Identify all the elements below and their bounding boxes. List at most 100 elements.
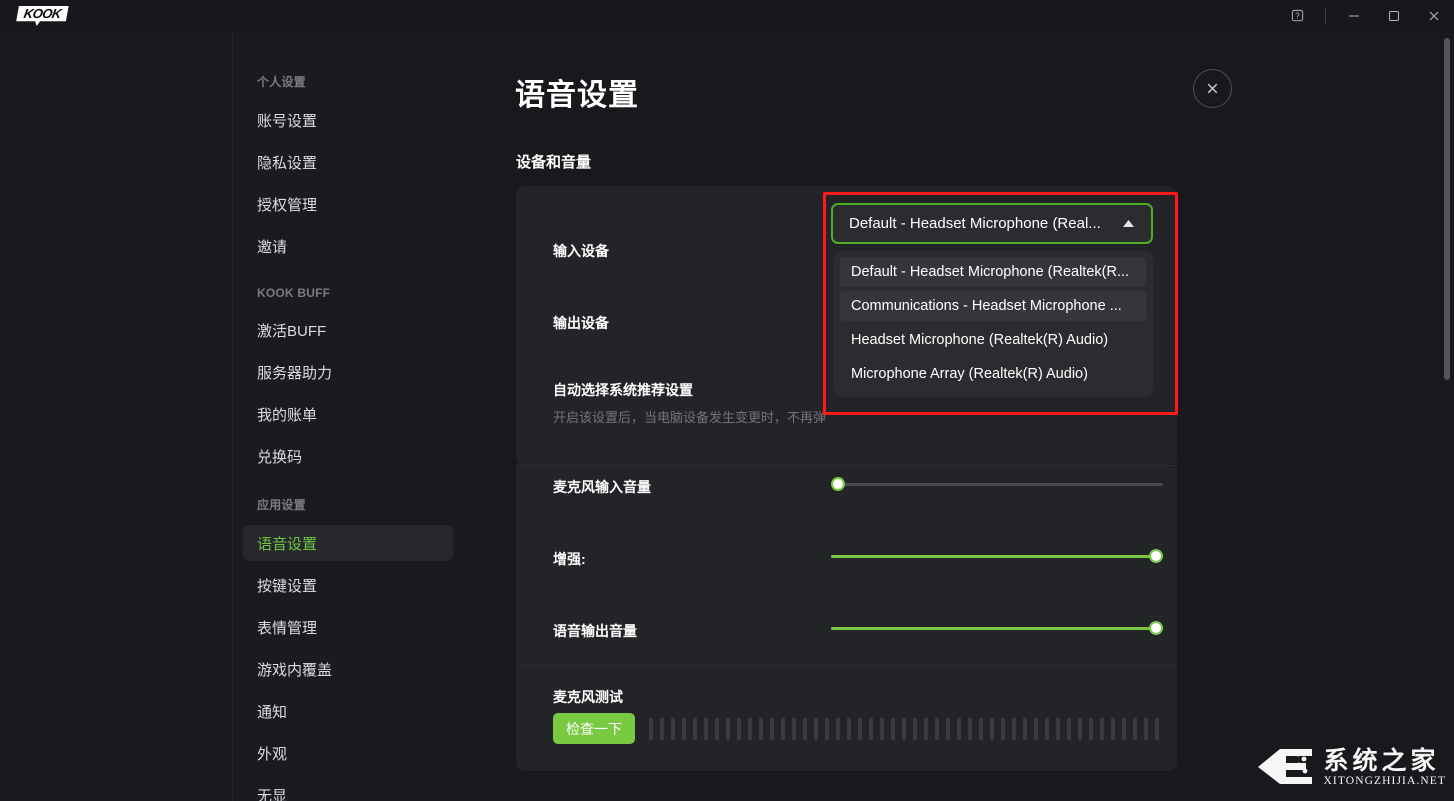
auto-select-row: 自动选择系统推荐设置 开启该设置后，当电脑设备发生变更时，不再弹	[553, 380, 826, 426]
sidebar-item-label: 激活BUFF	[257, 322, 327, 340]
mic-level-tick	[715, 718, 719, 740]
mic-test-card: 麦克风测试 检查一下	[516, 666, 1177, 771]
sliders-card: 麦克风输入音量 增强: 语音输出音量	[516, 466, 1177, 666]
sidebar-item-label: 兑换码	[257, 448, 303, 466]
sidebar-item-激活BUFF[interactable]: 激活BUFF	[243, 312, 453, 348]
output-device-label: 输出设备	[553, 315, 609, 331]
mic-level-tick	[803, 718, 807, 740]
window-controls: ?	[1277, 0, 1454, 31]
sidebar-group-title: KOOK BUFF	[257, 286, 331, 300]
sidebar-item-label: 通知	[257, 703, 288, 721]
sidebar-item-通知[interactable]: 通知	[243, 693, 453, 729]
voice-output-volume-label: 语音输出音量	[553, 623, 637, 639]
watermark-en: XITONGZHIJIA.NET	[1323, 774, 1446, 787]
sidebar-item-按键设置[interactable]: 按键设置	[243, 567, 453, 603]
input-device-option[interactable]: Headset Microphone (Realtek(R) Audio)	[840, 325, 1146, 355]
sidebar-item-服务器助力[interactable]: 服务器助力	[243, 354, 453, 390]
slider-track[interactable]	[831, 549, 1163, 563]
sidebar-group-title: 个人设置	[257, 75, 306, 89]
sidebar-item-label: 按键设置	[257, 577, 318, 595]
settings-sidebar[interactable]: 个人设置账号设置隐私设置授权管理邀请 KOOK BUFF 激活BUFF 服务器助力我的…	[232, 31, 463, 801]
mic-level-tick	[990, 718, 994, 740]
auto-select-label: 自动选择系统推荐设置	[553, 382, 693, 398]
mic-input-volume-slider[interactable]	[831, 477, 1163, 491]
mic-level-tick	[1078, 718, 1082, 740]
close-icon[interactable]	[1414, 0, 1454, 31]
check-mic-button[interactable]: 检查一下	[553, 713, 635, 744]
watermark-cn: 系统之家	[1323, 746, 1440, 775]
mic-level-tick	[869, 718, 873, 740]
sidebar-item-label: 游戏内覆盖	[257, 661, 333, 679]
title-bar: KOOK ?	[0, 0, 1454, 31]
mic-level-tick	[858, 718, 862, 740]
slider-fill	[831, 626, 1163, 630]
boost-slider[interactable]	[831, 549, 1163, 563]
sidebar-item-label: 账号设置	[257, 112, 318, 130]
mic-level-tick	[891, 718, 895, 740]
sidebar-item-label: 表情管理	[257, 619, 318, 637]
boost-label: 增强:	[553, 551, 586, 567]
sidebar-item-label: 无显	[257, 787, 288, 801]
slider-knob[interactable]	[831, 477, 845, 491]
mic-level-tick	[946, 718, 950, 740]
mic-level-tick	[880, 718, 884, 740]
mic-level-tick	[1144, 718, 1148, 740]
sidebar-item-账号设置[interactable]: 账号设置	[243, 102, 453, 138]
slider-track[interactable]	[831, 621, 1163, 635]
kook-logo-text: KOOK	[22, 5, 63, 21]
help-icon[interactable]: ?	[1277, 0, 1317, 31]
settings-content: 语音设置 设备和音量 输入设备 输出设备 自动选择系统推荐设置 开启该设置后，当…	[463, 31, 1454, 801]
sidebar-item-我的账单[interactable]: 我的账单	[243, 396, 453, 432]
mic-level-tick	[792, 718, 796, 740]
slider-knob[interactable]	[1149, 549, 1163, 563]
input-device-option[interactable]: Microphone Array (Realtek(R) Audio)	[840, 359, 1146, 389]
voice-output-volume-slider[interactable]	[831, 621, 1163, 635]
slider-knob[interactable]	[1149, 621, 1163, 635]
sidebar-item-label: 邀请	[257, 238, 288, 256]
chevron-up-icon	[1122, 215, 1135, 232]
close-x-icon	[1207, 83, 1218, 94]
slider-track[interactable]	[831, 477, 1163, 491]
sidebar-item-兑换码[interactable]: 兑换码	[243, 438, 453, 474]
minimize-icon[interactable]	[1334, 0, 1374, 31]
maximize-icon[interactable]	[1374, 0, 1414, 31]
sidebar-item-语音设置[interactable]: 语音设置	[243, 525, 453, 561]
sidebar-item-隐私设置[interactable]: 隐私设置	[243, 144, 453, 180]
sidebar-item-表情管理[interactable]: 表情管理	[243, 609, 453, 645]
input-device-option[interactable]: Default - Headset Microphone (Realtek(R.…	[840, 257, 1146, 287]
input-device-select[interactable]: Default - Headset Microphone (Real...	[831, 203, 1153, 244]
close-settings-button[interactable]	[1193, 69, 1232, 108]
mic-input-volume-label: 麦克风输入音量	[553, 479, 651, 495]
sidebar-item-邀请[interactable]: 邀请	[243, 228, 453, 264]
mic-level-tick	[649, 718, 653, 740]
mic-level-tick	[682, 718, 686, 740]
sidebar-item-游戏内覆盖[interactable]: 游戏内覆盖	[243, 651, 453, 687]
mic-level-tick	[660, 718, 664, 740]
section-title: 设备和音量	[516, 154, 592, 171]
auto-select-description: 开启该设置后，当电脑设备发生变更时，不再弹	[553, 410, 827, 425]
mic-level-tick	[957, 718, 961, 740]
sidebar-item-授权管理[interactable]: 授权管理	[243, 186, 453, 222]
mic-level-tick	[781, 718, 785, 740]
page-scrollbar[interactable]	[1444, 38, 1450, 380]
watermark-logo-icon	[1254, 743, 1316, 791]
page-title: 语音设置	[515, 79, 639, 112]
mic-level-tick	[1045, 718, 1049, 740]
mic-level-tick	[759, 718, 763, 740]
mic-level-tick	[1100, 718, 1104, 740]
mic-test-label: 麦克风测试	[553, 689, 623, 705]
mic-level-tick	[1034, 718, 1038, 740]
mic-level-tick	[770, 718, 774, 740]
sidebar-item-无显[interactable]: 无显	[243, 777, 453, 801]
sidebar-item-外观[interactable]: 外观	[243, 735, 453, 771]
input-device-option[interactable]: Communications - Headset Microphone ...	[840, 291, 1146, 321]
watermark-text: 系统之家 XITONGZHIJIA.NET	[1323, 746, 1446, 787]
mic-level-tick	[847, 718, 851, 740]
mic-level-tick	[704, 718, 708, 740]
mic-level-tick	[814, 718, 818, 740]
mic-level-tick	[1089, 718, 1093, 740]
input-device-options-menu[interactable]: Default - Headset Microphone (Realtek(R.…	[833, 251, 1153, 397]
input-device-selected-label: Default - Headset Microphone (Real...	[849, 215, 1101, 232]
mic-level-meter	[649, 718, 1159, 740]
